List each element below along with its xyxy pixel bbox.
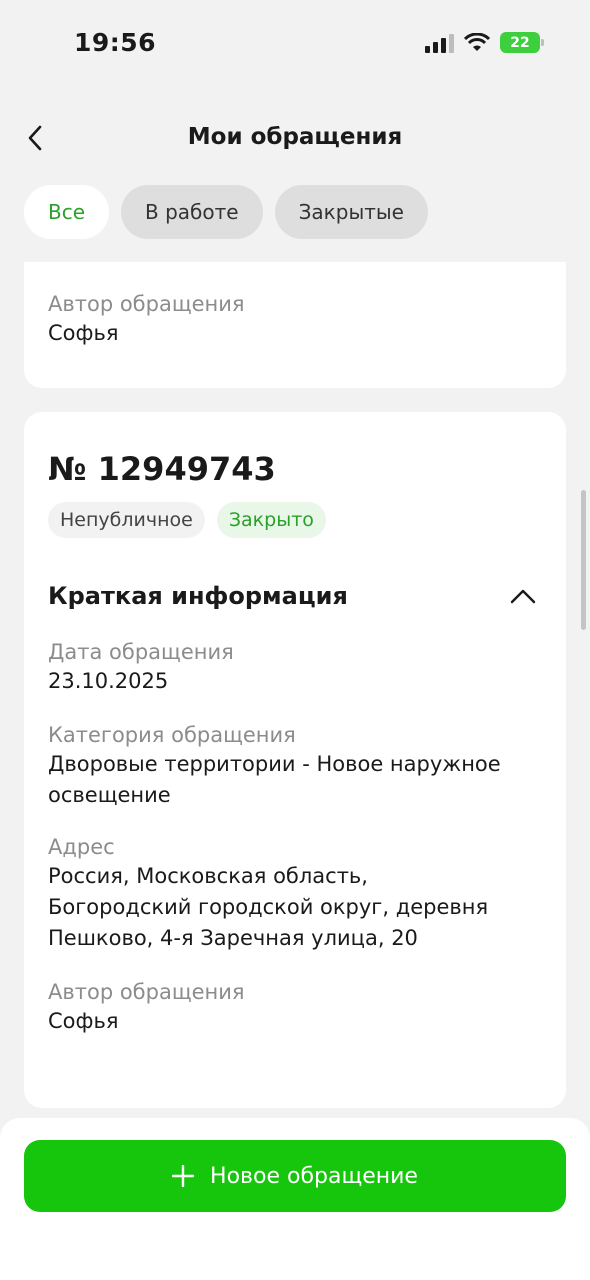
bottom-bar: Новое обращение	[0, 1118, 590, 1280]
visibility-badge: Непубличное	[48, 502, 205, 538]
status-time: 19:56	[74, 28, 157, 57]
new-request-button[interactable]: Новое обращение	[24, 1140, 566, 1212]
address-label: Адрес	[48, 835, 115, 859]
address-value-line3: Пешково, 4-я Заречная улица, 20	[48, 926, 418, 950]
battery-level: 22	[510, 34, 530, 51]
nav-bar: Мои обращения	[0, 110, 590, 168]
battery-icon: 22	[500, 32, 544, 53]
brief-info-title: Краткая информация	[48, 582, 348, 610]
request-card[interactable]: № 12949743 Непубличное Закрыто Краткая и…	[24, 412, 566, 1108]
request-chips: Непубличное Закрыто	[48, 502, 542, 538]
wifi-icon	[464, 32, 490, 51]
category-label: Категория обращения	[48, 723, 296, 747]
date-value: 23.10.2025	[48, 669, 169, 693]
filter-tabs: Все В работе Закрытые	[24, 185, 428, 239]
address-value-line1: Россия, Московская область,	[48, 864, 368, 888]
tab-all[interactable]: Все	[24, 185, 110, 239]
request-number: № 12949743	[48, 450, 276, 488]
scrollbar[interactable]	[581, 490, 586, 630]
status-badge: Закрыто	[216, 502, 326, 538]
category-value-line1: Дворовые территории - Новое наружное	[48, 752, 501, 776]
tab-in-progress[interactable]: В работе	[121, 185, 263, 239]
status-bar: 19:56 22	[0, 0, 590, 90]
author-label: Автор обращения	[48, 292, 245, 316]
date-label: Дата обращения	[48, 640, 234, 664]
request-card-previous[interactable]: Автор обращения Софья	[24, 262, 566, 388]
chevron-up-icon[interactable]	[510, 588, 536, 604]
plus-icon	[172, 1165, 195, 1187]
author-value: Софья	[48, 1009, 119, 1033]
category-value-line2: освещение	[48, 783, 171, 807]
status-icons: 22	[425, 32, 544, 53]
tab-closed[interactable]: Закрытые	[274, 185, 428, 239]
author-label: Автор обращения	[48, 980, 245, 1004]
new-request-label: Новое обращение	[210, 1163, 418, 1189]
address-value-line2: Богородский городской округ, деревня	[48, 895, 489, 919]
brief-info-header[interactable]: Краткая информация	[48, 582, 542, 610]
author-value: Софья	[48, 321, 119, 345]
signal-icon	[425, 33, 454, 53]
page-title: Мои обращения	[187, 124, 403, 150]
